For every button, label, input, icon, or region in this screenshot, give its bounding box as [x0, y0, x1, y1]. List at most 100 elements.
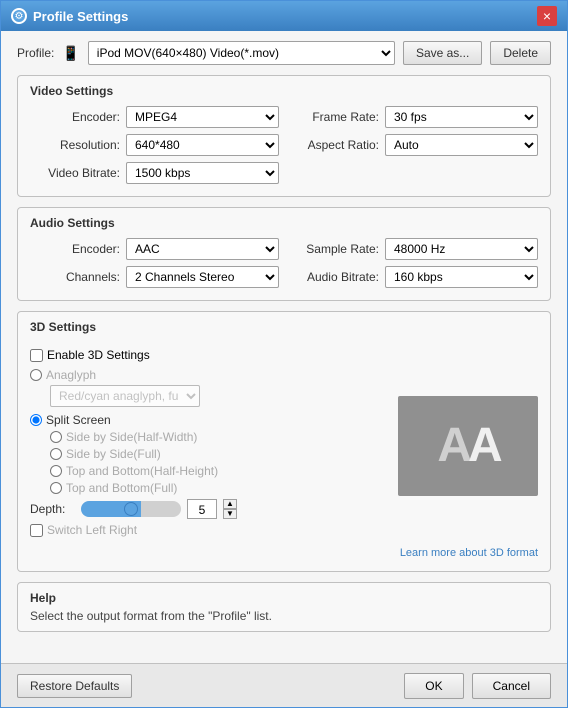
encoder-label: Encoder: — [30, 110, 120, 124]
3d-left: Enable 3D Settings Anaglyph Red/cyan ana… — [30, 348, 388, 543]
anaglyph-label: Anaglyph — [46, 368, 96, 382]
video-settings-title: Video Settings — [30, 84, 538, 98]
footer-right: OK Cancel — [404, 673, 551, 699]
title-bar: Profile Settings × — [1, 1, 567, 31]
aspect-ratio-form-row: Aspect Ratio: Auto — [289, 134, 538, 156]
footer: Restore Defaults OK Cancel — [1, 663, 567, 707]
split-screen-radio[interactable] — [30, 414, 42, 426]
restore-defaults-button[interactable]: Restore Defaults — [17, 674, 132, 698]
switch-lr-label: Switch Left Right — [47, 523, 137, 537]
side-by-side-half-row: Side by Side(Half-Width) — [50, 430, 388, 444]
side-by-side-full-row: Side by Side(Full) — [50, 447, 388, 461]
close-button[interactable]: × — [537, 6, 557, 26]
aa-right-letter: A — [468, 419, 499, 472]
enable-3d-checkbox[interactable] — [30, 349, 43, 362]
frame-rate-label: Frame Rate: — [289, 110, 379, 124]
sample-rate-label: Sample Rate: — [289, 242, 379, 256]
help-section: Help Select the output format from the "… — [17, 582, 551, 632]
frame-rate-form-row: Frame Rate: 30 fps — [289, 106, 538, 128]
switch-lr-row: Switch Left Right — [30, 523, 388, 537]
learn-more-row: Learn more about 3D format — [30, 547, 538, 559]
encoder-row: Encoder: MPEG4 — [30, 106, 279, 128]
channels-label: Channels: — [30, 270, 120, 284]
video-settings-grid: Encoder: MPEG4 Frame Rate: 30 fps — [30, 106, 538, 184]
profile-label: Profile: — [17, 46, 54, 60]
aa-left-letter: A — [437, 419, 468, 472]
frame-rate-row: Frame Rate: 30 fps — [289, 106, 538, 128]
help-text: Select the output format from the "Profi… — [30, 609, 538, 623]
switch-lr-checkbox[interactable] — [30, 524, 43, 537]
split-screen-label: Split Screen — [46, 413, 111, 427]
split-screen-options: Side by Side(Half-Width) Side by Side(Fu… — [50, 430, 388, 495]
audio-encoder-select[interactable]: AAC — [126, 238, 279, 260]
audio-bitrate-select[interactable]: 160 kbps — [385, 266, 538, 288]
main-content: Profile: 📱 iPod MOV(640×480) Video(*.mov… — [1, 31, 567, 663]
resolution-form-row: Resolution: 640*480 — [30, 134, 279, 156]
anaglyph-select[interactable]: Red/cyan anaglyph, full color — [50, 385, 200, 407]
3d-settings-section: 3D Settings Enable 3D Settings Anaglyph — [17, 311, 551, 572]
profile-select[interactable]: iPod MOV(640×480) Video(*.mov) — [88, 41, 395, 65]
3d-settings-title: 3D Settings — [30, 320, 96, 334]
window-title: Profile Settings — [33, 9, 128, 24]
frame-rate-select[interactable]: 30 fps — [385, 106, 538, 128]
top-bottom-full-radio[interactable] — [50, 482, 62, 494]
encoder-select[interactable]: MPEG4 — [126, 106, 279, 128]
top-bottom-full-label: Top and Bottom(Full) — [66, 481, 177, 495]
video-bitrate-row: Video Bitrate: 1500 kbps — [30, 162, 279, 184]
3d-preview: AA — [398, 348, 538, 543]
depth-up-button[interactable]: ▲ — [223, 499, 237, 509]
channels-form-row: Channels: 2 Channels Stereo — [30, 266, 279, 288]
audio-settings-title: Audio Settings — [30, 216, 538, 230]
audio-encoder-form-row: Encoder: AAC — [30, 238, 279, 260]
anaglyph-select-row: Red/cyan anaglyph, full color — [50, 385, 388, 407]
top-bottom-half-label: Top and Bottom(Half-Height) — [66, 464, 218, 478]
enable-3d-row: Enable 3D Settings — [30, 348, 388, 362]
top-bottom-full-row: Top and Bottom(Full) — [50, 481, 388, 495]
profile-icon: 📱 — [62, 45, 79, 62]
audio-settings-grid: Encoder: AAC Sample Rate: 48000 Hz — [30, 238, 538, 288]
profile-row: Profile: 📱 iPod MOV(640×480) Video(*.mov… — [17, 41, 551, 65]
video-bitrate-select[interactable]: 1500 kbps — [126, 162, 279, 184]
cancel-button[interactable]: Cancel — [472, 673, 551, 699]
resolution-label: Resolution: — [30, 138, 120, 152]
top-bottom-half-radio[interactable] — [50, 465, 62, 477]
audio-bitrate-label: Audio Bitrate: — [289, 270, 379, 284]
anaglyph-radio-row: Anaglyph — [30, 368, 388, 382]
audio-encoder-label: Encoder: — [30, 242, 120, 256]
window-icon — [11, 8, 27, 24]
enable-3d-label: Enable 3D Settings — [47, 348, 150, 362]
video-bitrate-form-row: Video Bitrate: 1500 kbps — [30, 162, 279, 184]
aspect-ratio-select[interactable]: Auto — [385, 134, 538, 156]
side-by-side-full-radio[interactable] — [50, 448, 62, 460]
audio-settings-section: Audio Settings Encoder: AAC Sample Rate: — [17, 207, 551, 301]
side-by-side-half-radio[interactable] — [50, 431, 62, 443]
learn-more-link[interactable]: Learn more about 3D format — [400, 547, 538, 559]
video-bitrate-label: Video Bitrate: — [30, 166, 120, 180]
resolution-select[interactable]: 640*480 — [126, 134, 279, 156]
top-bottom-half-row: Top and Bottom(Half-Height) — [50, 464, 388, 478]
split-screen-radio-row: Split Screen — [30, 413, 388, 427]
aspect-ratio-row: Aspect Ratio: Auto — [289, 134, 538, 156]
audio-bitrate-form-row: Audio Bitrate: 160 kbps — [289, 266, 538, 288]
save-as-button[interactable]: Save as... — [403, 41, 482, 65]
sample-rate-select[interactable]: 48000 Hz — [385, 238, 538, 260]
delete-button[interactable]: Delete — [490, 41, 551, 65]
3d-body: Enable 3D Settings Anaglyph Red/cyan ana… — [30, 348, 538, 543]
depth-spinner: ▲ ▼ — [223, 499, 237, 519]
sample-rate-form-row: Sample Rate: 48000 Hz — [289, 238, 538, 260]
depth-slider[interactable] — [81, 501, 181, 517]
video-settings-section: Video Settings Encoder: MPEG4 Frame Rate… — [17, 75, 551, 197]
title-bar-left: Profile Settings — [11, 8, 128, 24]
sample-rate-row: Sample Rate: 48000 Hz — [289, 238, 538, 260]
audio-bitrate-row: Audio Bitrate: 160 kbps — [289, 266, 538, 288]
depth-down-button[interactable]: ▼ — [223, 509, 237, 519]
resolution-row: Resolution: 640*480 — [30, 134, 279, 156]
encoder-form-row: Encoder: MPEG4 — [30, 106, 279, 128]
channels-select[interactable]: 2 Channels Stereo — [126, 266, 279, 288]
anaglyph-radio[interactable] — [30, 369, 42, 381]
3d-title-row: 3D Settings — [30, 320, 538, 342]
channels-row: Channels: 2 Channels Stereo — [30, 266, 279, 288]
aa-preview-box: AA — [398, 396, 538, 496]
ok-button[interactable]: OK — [404, 673, 463, 699]
depth-row: Depth: 5 ▲ ▼ — [30, 499, 388, 519]
